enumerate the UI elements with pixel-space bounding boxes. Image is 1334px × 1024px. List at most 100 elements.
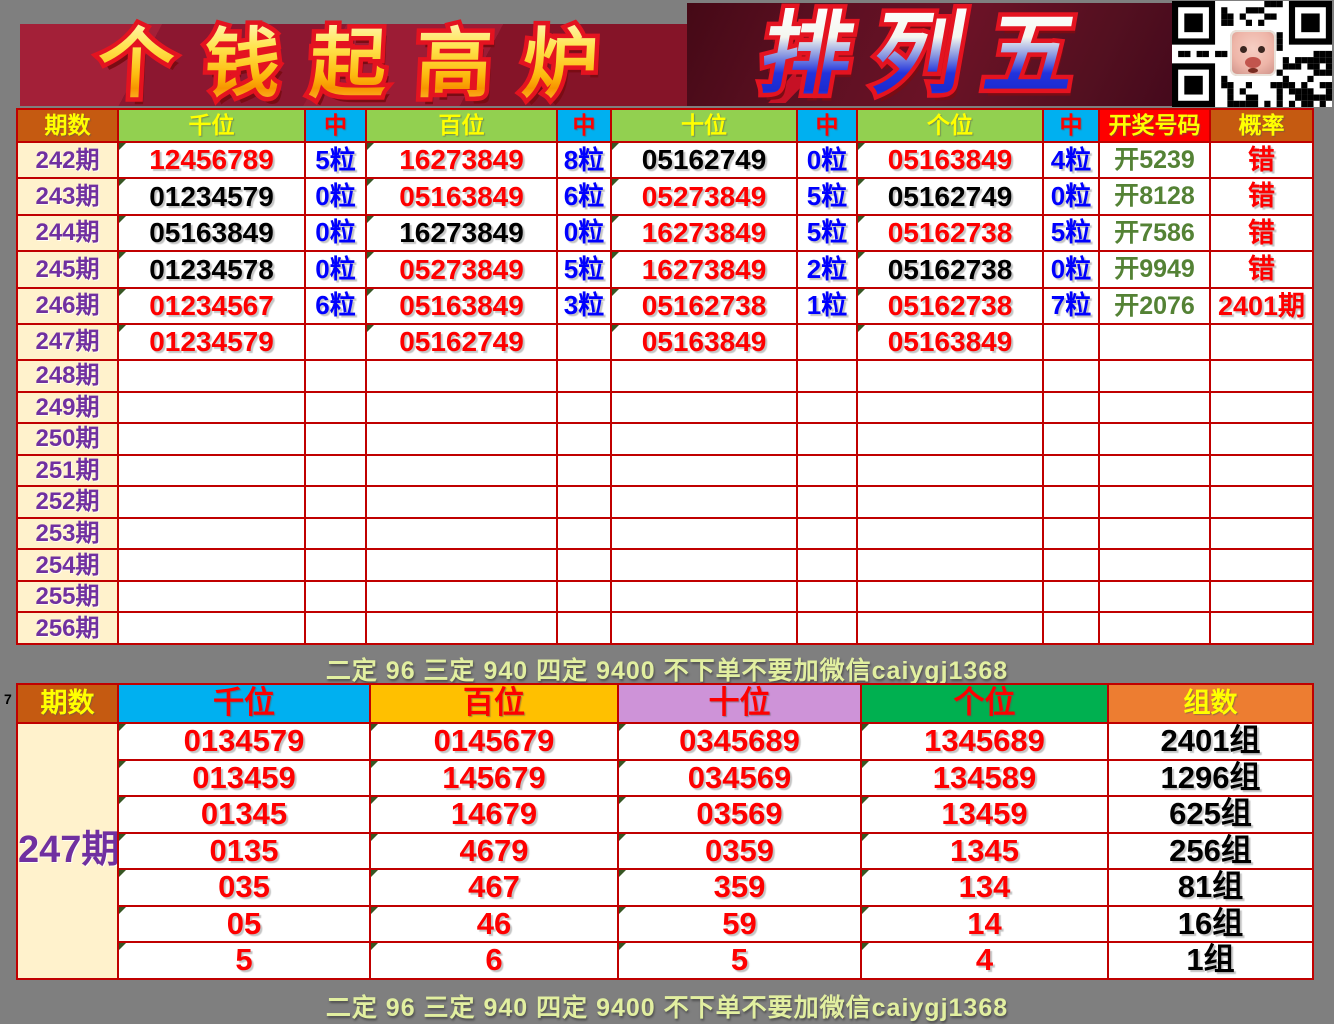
cell — [118, 486, 305, 518]
cell: 0345689 — [618, 723, 861, 760]
cell: 5粒 — [305, 142, 366, 178]
table-row: 250期 — [17, 423, 1313, 455]
table-row: 253期 — [17, 518, 1313, 550]
cell — [557, 581, 611, 613]
cell — [1043, 612, 1099, 644]
period-cell: 256期 — [17, 612, 118, 644]
period-cell: 254期 — [17, 549, 118, 581]
cell: 14 — [861, 906, 1108, 943]
cell — [1099, 518, 1210, 550]
table-row: 242期124567895粒162738498粒051627490粒051638… — [17, 142, 1313, 178]
banner-right-title-text: 排列五 — [753, 5, 1107, 105]
prediction-table: 期数千位中百位中十位中个位中开奖号码概率 242期124567895粒16273… — [16, 108, 1314, 645]
cell — [118, 612, 305, 644]
table-row: 0135467903591345256组 — [17, 833, 1313, 870]
cell — [1210, 549, 1313, 581]
cell: 05 — [118, 906, 370, 943]
header-cell: 期数 — [17, 684, 118, 723]
cell — [1099, 486, 1210, 518]
period-cell: 253期 — [17, 518, 118, 550]
cell — [857, 518, 1043, 550]
cell — [305, 455, 366, 487]
cell: 0粒 — [305, 178, 366, 214]
table-row: 256期 — [17, 612, 1313, 644]
header-cell: 组数 — [1108, 684, 1313, 723]
cell — [1099, 549, 1210, 581]
table-row: 249期 — [17, 392, 1313, 424]
cell — [366, 455, 557, 487]
cell — [611, 455, 797, 487]
cell: 4粒 — [1043, 142, 1099, 178]
cell: 5粒 — [1043, 215, 1099, 251]
cell — [797, 581, 857, 613]
cell — [1043, 392, 1099, 424]
cell — [1099, 423, 1210, 455]
cell: 1345689 — [861, 723, 1108, 760]
cell — [305, 423, 366, 455]
table-row: 56541组 — [17, 942, 1313, 979]
cell — [305, 612, 366, 644]
page-background: 个钱起高炉 个钱起高炉 排列五 排列五 7 期数千位中百位中十位中个位中开奖号码… — [0, 0, 1334, 1019]
table-row: 255期 — [17, 581, 1313, 613]
cell: 01234578 — [118, 251, 305, 287]
period-cell: 251期 — [17, 455, 118, 487]
cell: 错 — [1210, 142, 1313, 178]
cell: 01234579 — [118, 178, 305, 214]
cell: 4 — [861, 942, 1108, 979]
cell: 05163849 — [611, 324, 797, 360]
cell — [1210, 360, 1313, 392]
cell: 3粒 — [557, 288, 611, 324]
cell: 035 — [118, 869, 370, 906]
cell: 0粒 — [797, 142, 857, 178]
header-cell: 期数 — [17, 109, 118, 142]
cell: 错 — [1210, 251, 1313, 287]
cell — [797, 392, 857, 424]
period-cell: 252期 — [17, 486, 118, 518]
cell — [611, 423, 797, 455]
header-cell: 个位 — [857, 109, 1043, 142]
cell — [797, 360, 857, 392]
cell — [797, 455, 857, 487]
cell: 16273849 — [611, 251, 797, 287]
table-row: 243期012345790粒051638496粒052738495粒051627… — [17, 178, 1313, 214]
cell — [611, 612, 797, 644]
cell: 625组 — [1108, 796, 1313, 833]
cell: 256组 — [1108, 833, 1313, 870]
cell — [797, 518, 857, 550]
cell: 开5239 — [1099, 142, 1210, 178]
period-cell: 246期 — [17, 288, 118, 324]
cell: 1粒 — [797, 288, 857, 324]
table-row: 247期01345790145679034568913456892401组 — [17, 723, 1313, 760]
cell — [1099, 612, 1210, 644]
cell: 开7586 — [1099, 215, 1210, 251]
sheet-row-number: 7 — [4, 691, 12, 707]
table-row: 245期012345780粒052738495粒162738492粒051627… — [17, 251, 1313, 287]
cell: 13459 — [861, 796, 1108, 833]
cell — [1210, 392, 1313, 424]
banner-right-title: 排列五 排列五 — [687, 3, 1172, 106]
cell — [305, 486, 366, 518]
table-row: 248期 — [17, 360, 1313, 392]
cell — [557, 486, 611, 518]
cell: 14679 — [370, 796, 618, 833]
cell — [305, 549, 366, 581]
cell: 5 — [618, 942, 861, 979]
cell: 16273849 — [611, 215, 797, 251]
cell — [118, 549, 305, 581]
header-cell: 中 — [305, 109, 366, 142]
cell — [118, 518, 305, 550]
cell: 5粒 — [797, 215, 857, 251]
cell: 03569 — [618, 796, 861, 833]
cell — [1210, 324, 1313, 360]
cell: 134 — [861, 869, 1108, 906]
cell — [557, 518, 611, 550]
table-row: 252期 — [17, 486, 1313, 518]
cell: 01345 — [118, 796, 370, 833]
cell — [366, 486, 557, 518]
cell — [1099, 324, 1210, 360]
cell — [118, 423, 305, 455]
cell — [366, 581, 557, 613]
combination-table: 期数千位百位十位个位组数 247期01345790145679034568913… — [16, 683, 1314, 980]
cell: 05273849 — [611, 178, 797, 214]
pig-avatar — [1230, 30, 1276, 76]
